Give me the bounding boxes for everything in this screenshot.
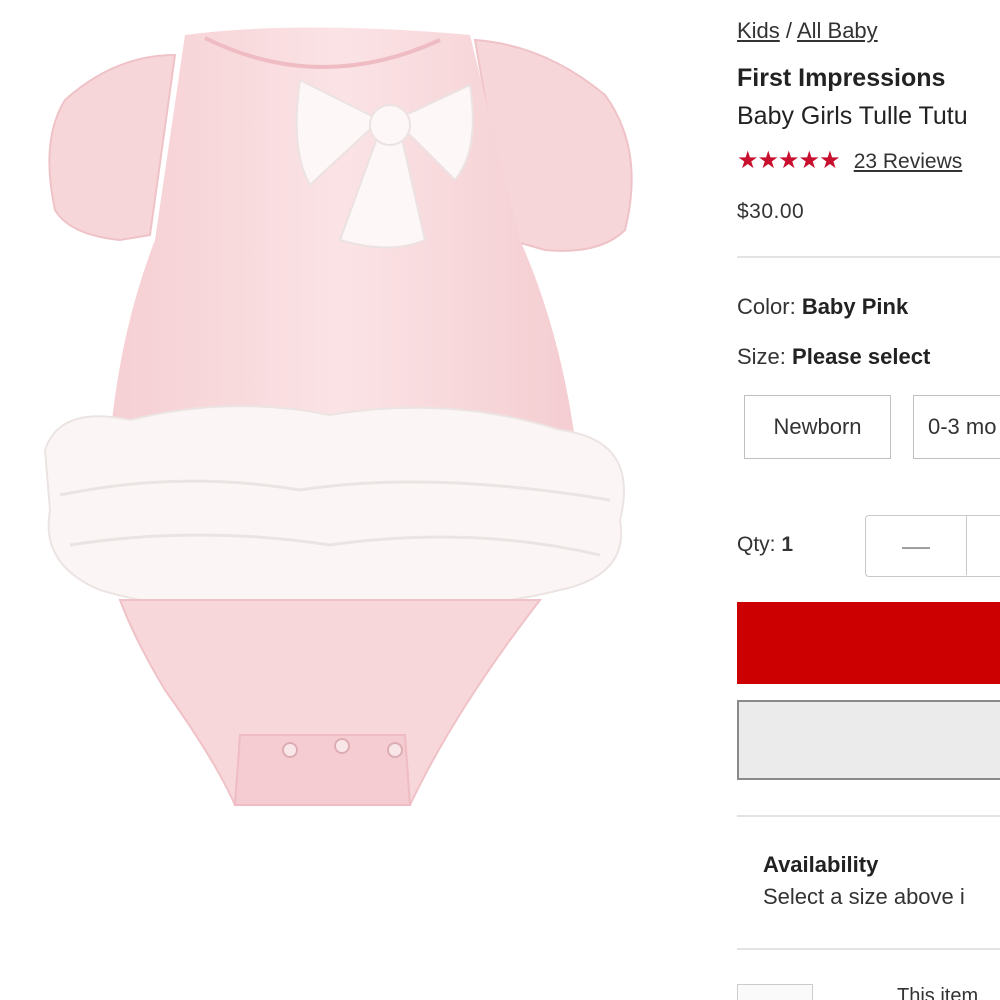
quantity-value: 1 xyxy=(781,533,794,556)
item-note-text: This item xyxy=(897,985,979,1000)
size-option-0-3-months[interactable]: 0-3 mo xyxy=(913,395,1000,459)
product-name: Baby Girls Tulle Tutu xyxy=(737,102,968,130)
item-thumbnail[interactable] xyxy=(737,984,813,1000)
breadcrumb-separator: / xyxy=(785,18,793,43)
product-brand: First Impressions xyxy=(737,64,946,92)
product-price: $30.00 xyxy=(737,200,805,223)
add-to-bag-button[interactable] xyxy=(737,602,1000,684)
quantity-decrement-button[interactable]: — xyxy=(866,516,967,575)
color-selection: Color: Baby Pink xyxy=(737,294,908,320)
quantity-label: Qty: xyxy=(737,533,776,556)
availability-title: Availability xyxy=(763,852,879,877)
size-label: Size: xyxy=(737,344,786,369)
color-value: Baby Pink xyxy=(801,294,909,319)
product-info-panel: Kids / All Baby First Impressions Baby G… xyxy=(737,0,1000,1000)
breadcrumb-link-kids[interactable]: Kids xyxy=(737,18,780,43)
star-rating-icon: ★★★★★ xyxy=(737,147,841,174)
quantity-stepper[interactable]: — xyxy=(865,515,1000,577)
divider xyxy=(737,256,1000,258)
add-to-list-button[interactable] xyxy=(737,700,1000,780)
size-option-newborn[interactable]: Newborn xyxy=(744,395,891,459)
product-image[interactable] xyxy=(0,0,690,1000)
color-label: Color: xyxy=(737,294,796,319)
reviews-link[interactable]: 23 Reviews xyxy=(854,150,963,173)
divider xyxy=(737,815,1000,817)
size-selection: Size: Please select xyxy=(737,344,930,370)
breadcrumb: Kids / All Baby xyxy=(737,18,878,44)
availability-text: Select a size above i xyxy=(763,884,965,909)
breadcrumb-link-all-baby[interactable]: All Baby xyxy=(797,18,878,43)
quantity-label-group: Qty: 1 xyxy=(737,533,793,557)
size-value: Please select xyxy=(792,344,931,369)
product-rating: ★★★★★ 23 Reviews xyxy=(737,146,962,175)
divider xyxy=(737,948,1000,950)
